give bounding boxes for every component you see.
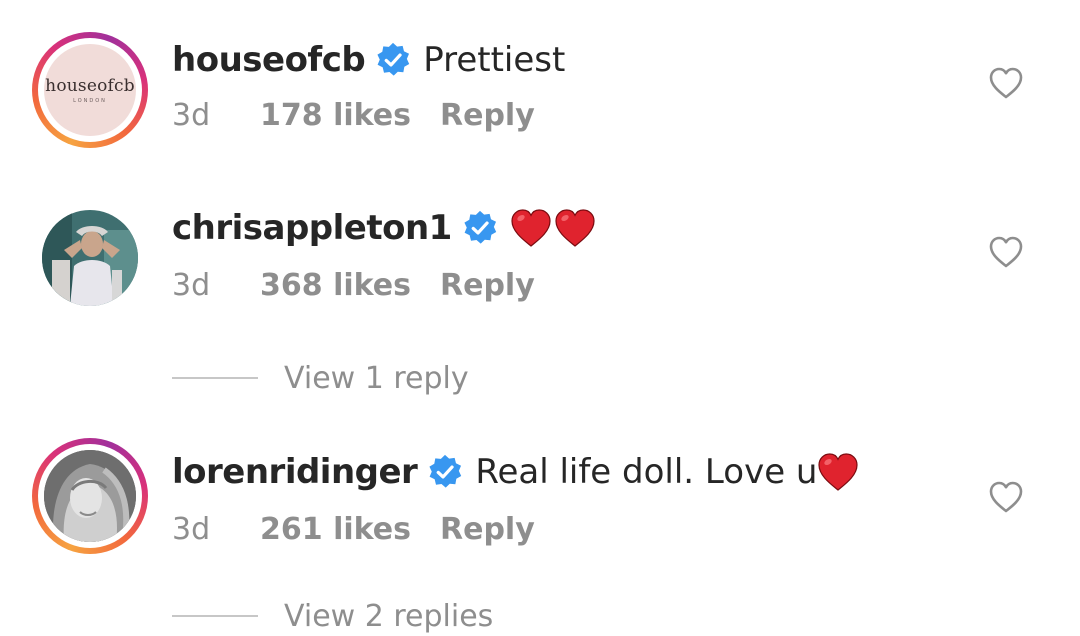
view-replies-label: View 1 reply: [284, 360, 469, 396]
red-heart-emoji: [554, 208, 596, 248]
red-heart-emoji: [817, 452, 859, 492]
avatar: houseofcb LONDON: [44, 44, 136, 136]
comment-meta: 3d 368 likes Reply: [172, 268, 535, 303]
reply-button[interactable]: Reply: [440, 512, 535, 547]
view-replies-divider: [172, 615, 258, 617]
verified-badge-icon: [462, 210, 498, 246]
reply-button[interactable]: Reply: [440, 268, 535, 303]
comment-time: 3d: [172, 512, 211, 547]
view-replies-button[interactable]: View 1 reply: [172, 358, 469, 398]
story-ring-avatar[interactable]: houseofcb LONDON: [32, 32, 148, 148]
comment-meta: 3d 261 likes Reply: [172, 512, 535, 547]
comment-likes[interactable]: 178 likes: [260, 98, 440, 133]
avatar[interactable]: [42, 210, 138, 306]
reply-button[interactable]: Reply: [440, 98, 535, 133]
comment-meta: 3d 178 likes Reply: [172, 98, 535, 133]
comment-line: houseofcb Prettiest: [172, 38, 565, 82]
avatar-photo: [44, 450, 136, 542]
comment-username[interactable]: chrisappleton1: [172, 208, 452, 248]
red-heart-emoji: [510, 208, 552, 248]
like-heart-icon[interactable]: [988, 66, 1024, 100]
like-heart-icon[interactable]: [988, 235, 1024, 269]
comment-line: chrisappleton1: [172, 206, 596, 250]
avatar-photo: [42, 210, 138, 306]
comment-line: lorenridinger Real life doll. Love u: [172, 450, 859, 494]
verified-badge-icon: [427, 454, 463, 490]
comment-username[interactable]: houseofcb: [172, 40, 366, 80]
story-ring-avatar[interactable]: [32, 438, 148, 554]
comment-time: 3d: [172, 268, 211, 303]
comment-username[interactable]: lorenridinger: [172, 452, 418, 492]
comment-text: Real life doll. Love u: [475, 452, 818, 492]
comment-text: Prettiest: [423, 40, 566, 80]
avatar-logo-text: houseofcb: [45, 76, 135, 96]
view-replies-divider: [172, 377, 258, 379]
comment-likes[interactable]: 368 likes: [260, 268, 440, 303]
comment-time: 3d: [172, 98, 211, 133]
comment-likes[interactable]: 261 likes: [260, 512, 440, 547]
avatar-logo-subtext: LONDON: [73, 98, 107, 104]
verified-badge-icon: [375, 42, 411, 78]
avatar: [44, 450, 136, 542]
view-replies-label: View 2 replies: [284, 598, 494, 634]
like-heart-icon[interactable]: [988, 480, 1024, 514]
view-replies-button[interactable]: View 2 replies: [172, 596, 493, 636]
